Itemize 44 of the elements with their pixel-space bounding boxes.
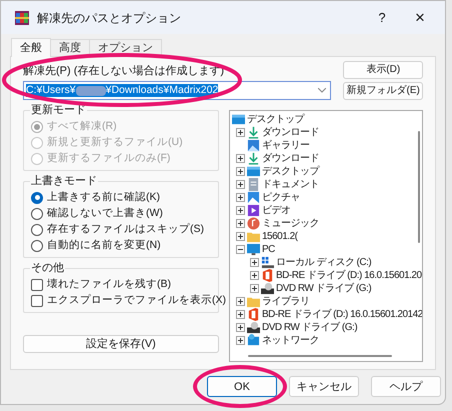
option-label: すべて解凍(R) [47, 120, 117, 133]
tree-item[interactable]: 15601.2( [262, 230, 298, 242]
group-title: 更新モード [30, 103, 87, 117]
tree-item[interactable]: ギャラリー [262, 140, 310, 152]
option-label: 自動的に名前を変更(N) [47, 239, 161, 252]
tree-item[interactable]: DVD RW ドライブ (G:) [276, 282, 372, 294]
side-button[interactable]: 新規フォルダ(E) [343, 82, 423, 100]
tree-item[interactable]: ネットワーク [262, 334, 319, 346]
tree-item[interactable]: BD-RE ドライブ (D:) 16.0.15601.20142 [262, 308, 422, 320]
dialog-button[interactable]: キャンセル [289, 376, 359, 397]
dialog-button[interactable]: OK [207, 376, 277, 397]
close-button[interactable]: × [397, 10, 443, 24]
window-title: 解凍先のパスとオプション [37, 10, 181, 24]
path-text: ¥Downloads¥Madrix202 [106, 84, 218, 97]
tree-item[interactable]: ライブラリ [262, 296, 310, 308]
tree-item[interactable]: ミュージック [262, 218, 319, 230]
tree-item[interactable]: BD-RE ドライブ (D:) 16.0.15601.20 [276, 270, 422, 282]
tab[interactable]: 全般 [11, 38, 51, 57]
option-label: 壊れたファイルを残す(B) [47, 278, 171, 291]
tree-item[interactable]: DVD RW ドライブ (G:) [262, 322, 358, 334]
option-label: 確認しないで上書き(W) [47, 207, 163, 220]
help-button[interactable]: ? [367, 10, 397, 24]
tree-item[interactable]: デスクトップ [247, 114, 304, 126]
option-label: 更新するファイルのみ(F) [47, 152, 170, 165]
dialog-button[interactable]: ヘルプ [371, 376, 441, 397]
tree-item[interactable]: ドキュメント [262, 178, 319, 190]
tree-item[interactable]: ダウンロード [262, 152, 319, 164]
tree-item[interactable]: ビデオ [262, 204, 290, 216]
save-settings-button[interactable]: 設定を保存(V) [23, 335, 219, 353]
option-label: 上書きする前に確認(K) [47, 191, 160, 204]
tree-item[interactable]: PC [262, 244, 275, 256]
option-label: エクスプローラでファイルを表示(X) [47, 294, 226, 307]
tree-item[interactable]: デスクトップ [262, 166, 319, 178]
path-text: C:¥Users¥ [26, 84, 76, 97]
tab[interactable]: オプション [89, 39, 162, 56]
group-title: 上書きモード [30, 174, 98, 188]
option-label: 存在するファイルはスキップ(S) [47, 223, 204, 236]
tree-item[interactable]: ピクチャ [262, 192, 300, 204]
destination-field[interactable]: C:¥Users¥ ¥Downloads¥Madrix202 [23, 81, 332, 100]
side-button[interactable]: 表示(D) [343, 61, 423, 79]
option-label: 新規と更新するファイル(U) [47, 136, 183, 149]
tree-item[interactable]: ローカル ディスク (C:) [276, 256, 372, 268]
tree-item[interactable]: ダウンロード [262, 126, 319, 138]
group-title: その他 [30, 261, 65, 275]
